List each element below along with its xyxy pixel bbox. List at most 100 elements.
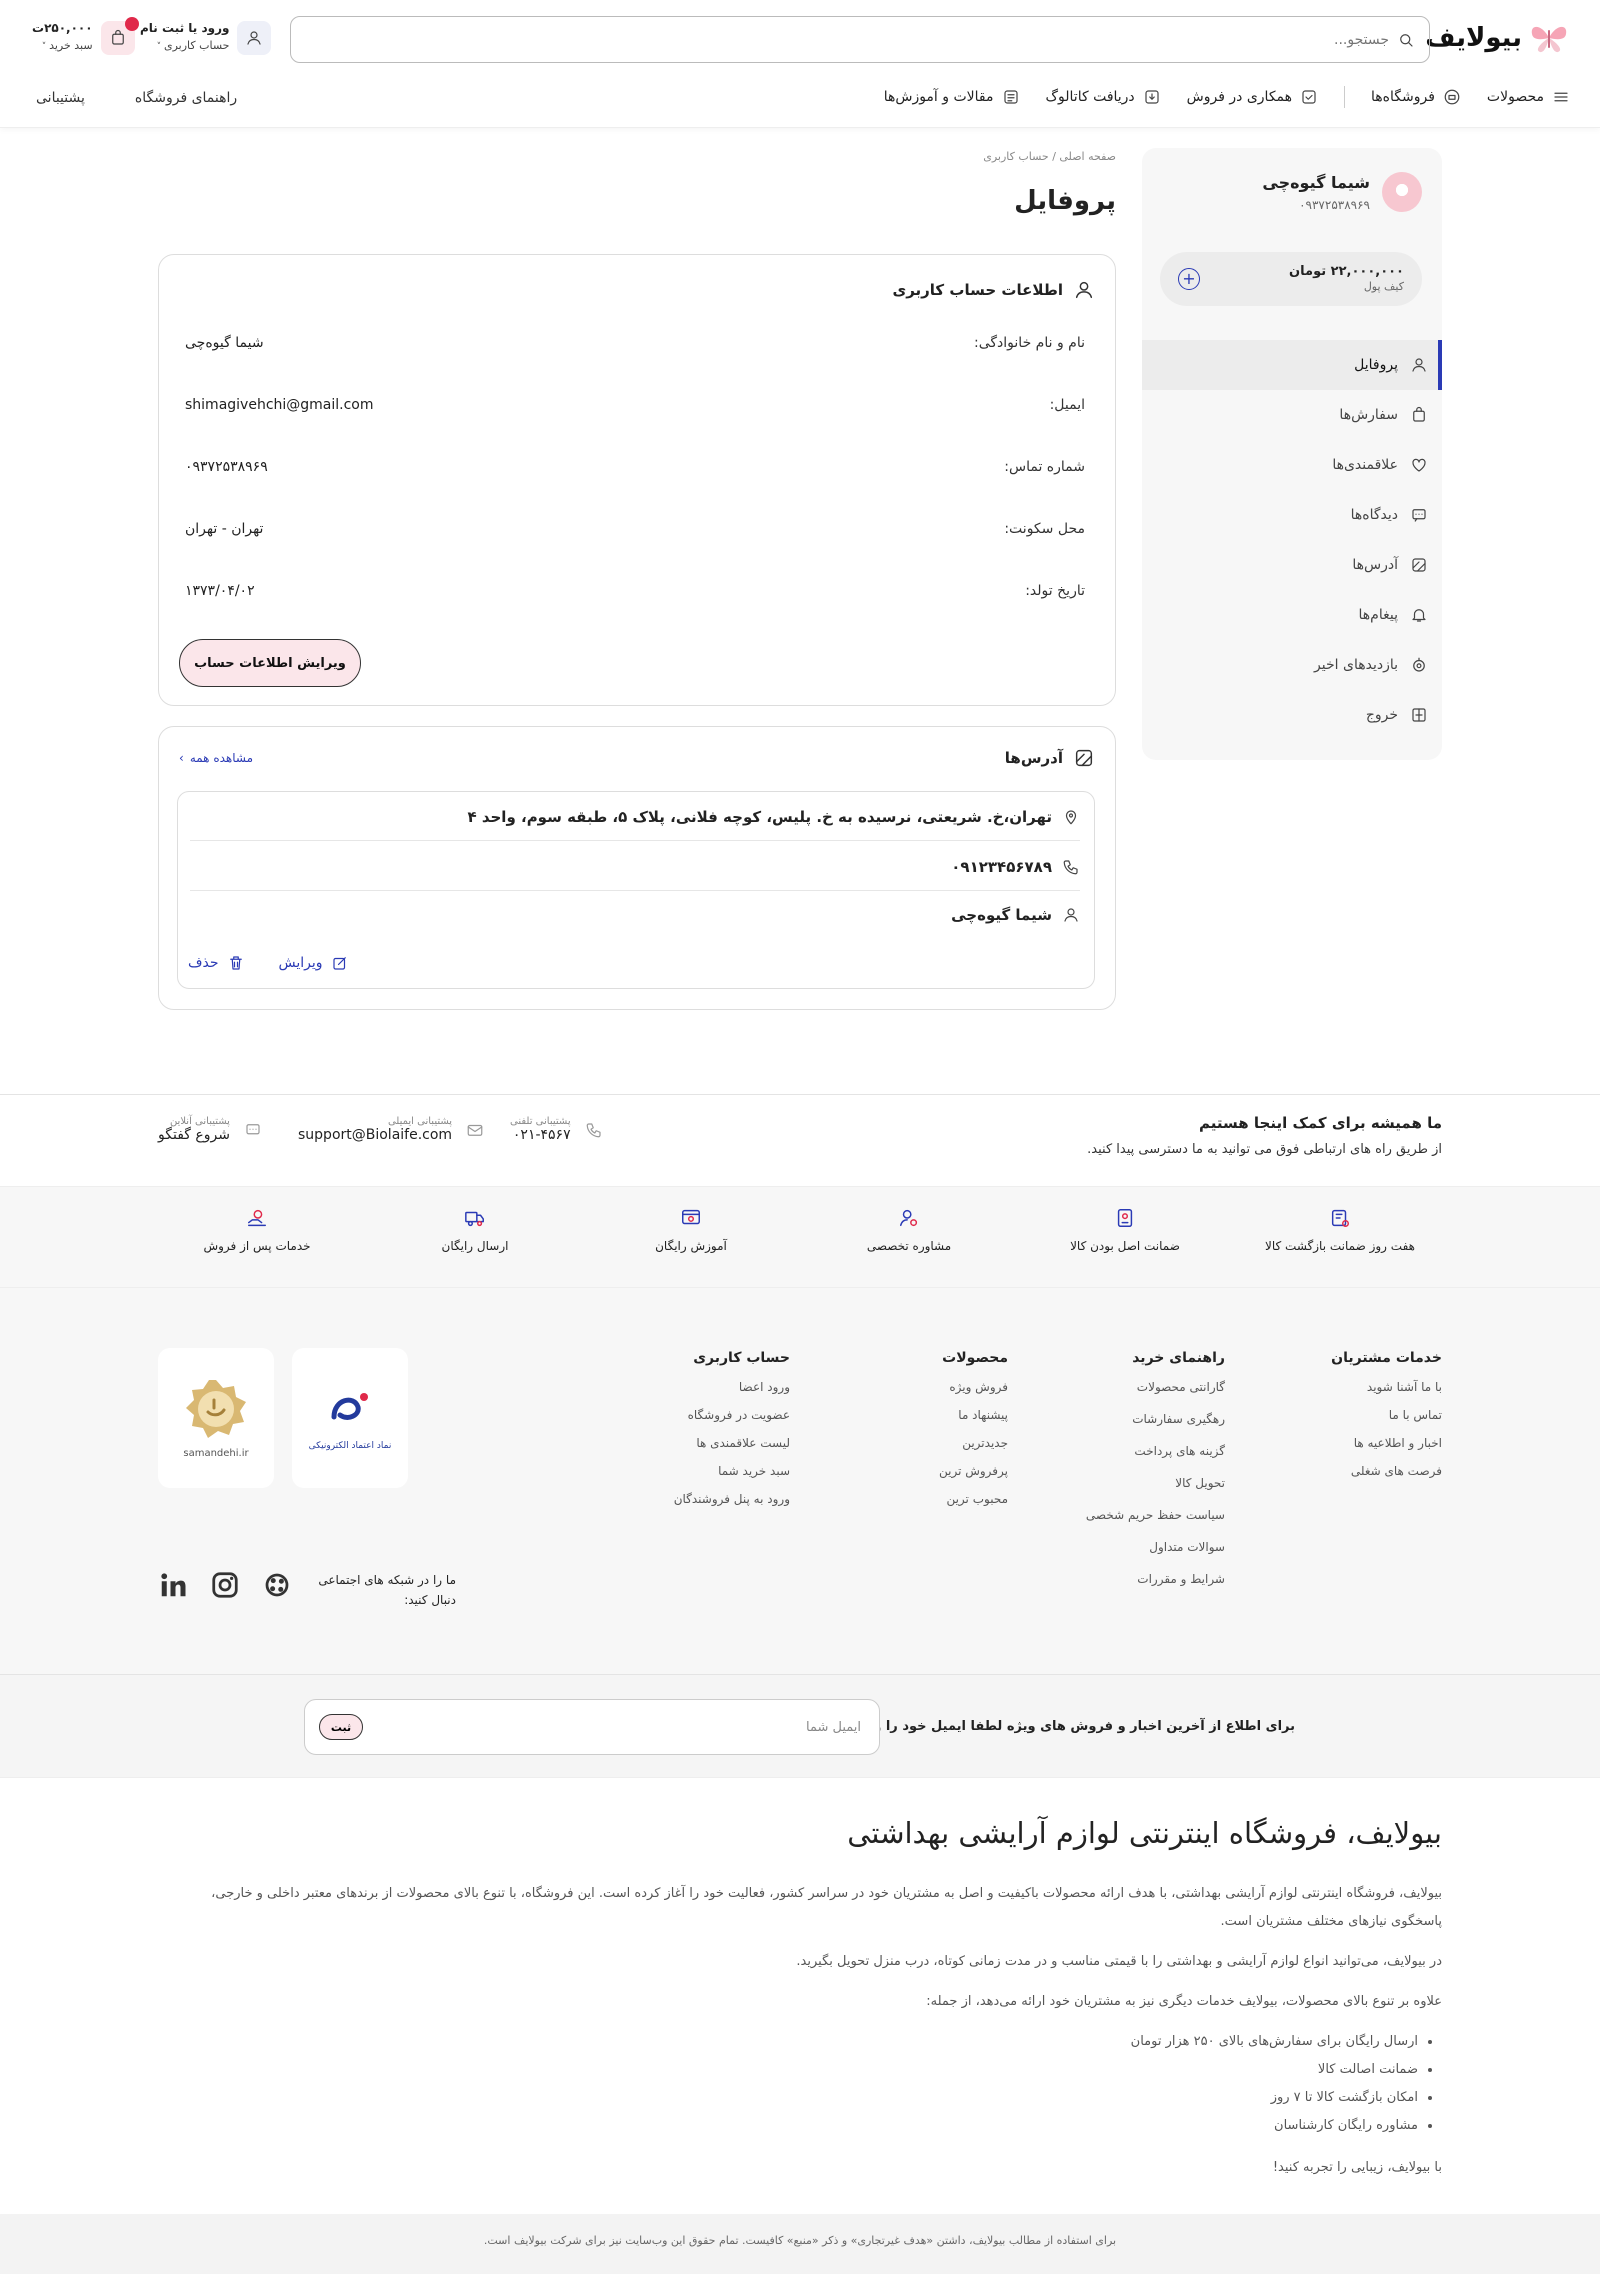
newsletter-submit-button[interactable]: ثبت: [319, 1714, 363, 1740]
nav-stores[interactable]: فروشگاه‌ها: [1371, 88, 1461, 106]
phone-icon: [1063, 860, 1078, 875]
footer-link[interactable]: گزینه های پرداخت: [1086, 1444, 1225, 1458]
footer-link[interactable]: فرصت های شغلی: [1331, 1464, 1442, 1478]
footer-link[interactable]: لیست علاقمندی ها: [674, 1436, 790, 1450]
account-info-card: اطلاعات حساب کاربری نام و نام خانوادگی: ش…: [158, 254, 1116, 706]
info-row-birthdate: تاریخ تولد: ۱۳۷۳/۰۴/۰۲: [185, 583, 1085, 599]
cart-button[interactable]: ۲۵۰,۰۰۰ت سبد خرید ˅: [32, 17, 139, 56]
contact-email[interactable]: پشتیبانی ایمیلی support@Biolaife.com: [298, 1116, 484, 1143]
footer-link[interactable]: سبد خرید شما: [674, 1464, 790, 1478]
store-icon: [1444, 89, 1460, 105]
search-input[interactable]: [305, 31, 1389, 48]
chevron-down-icon: ˅: [41, 42, 50, 52]
feature-shipping: ارسال رایگان: [400, 1207, 550, 1253]
bell-icon: [1412, 609, 1426, 622]
contact-phone[interactable]: پشتیبانی تلفنی ۰۲۱-۴۵۶۷: [510, 1116, 603, 1143]
add-wallet-icon[interactable]: +: [1178, 268, 1200, 290]
edit-icon: [332, 957, 346, 970]
footer-link[interactable]: جدیدترین: [939, 1436, 1008, 1450]
account-button[interactable]: ورود یا ثبت نام حساب کاربری ˅: [140, 20, 272, 56]
phone-icon: [586, 1122, 601, 1137]
search-bar[interactable]: [290, 16, 1430, 63]
sidebar-item-messages[interactable]: پیغام‌ها: [1142, 590, 1442, 640]
aparat-icon[interactable]: [262, 1570, 292, 1600]
footer-link[interactable]: اخبار و اطلاعیه ها: [1331, 1436, 1442, 1450]
cart-amount: ۲۵۰,۰۰۰ت: [32, 21, 93, 35]
addresses-card: آدرس‌ها مشاهده همه › تهران،خ. شریعتی، نر…: [158, 726, 1116, 1010]
samandehi-badge[interactable]: samandehi.ir: [158, 1348, 274, 1488]
about-list-item: مشاوره رایگان کارشناسان: [158, 2112, 1418, 2140]
footer-col-products: محصولات فروش ویژه پیشنهاد ما جدیدترین پر…: [939, 1350, 1008, 1520]
shopping-bag-icon: [1413, 406, 1425, 422]
footer-col-title: حساب کاربری: [693, 1350, 790, 1366]
footer-link[interactable]: ورود به پنل فروشندگان: [674, 1492, 790, 1506]
footer-link[interactable]: با ما آشنا شوید: [1331, 1380, 1442, 1394]
contact-phone-label: پشتیبانی تلفنی: [510, 1116, 571, 1127]
footer-link[interactable]: سوالات متداول: [1086, 1540, 1225, 1554]
nav-support[interactable]: پشتیبانی: [36, 90, 85, 106]
address-edit-button[interactable]: ویرایش: [279, 954, 349, 972]
contact-chat[interactable]: پشتیبانی آنلاین شروع گفتگو: [158, 1116, 262, 1143]
footer-link[interactable]: تحویل کالا: [1086, 1476, 1225, 1490]
chevron-left-icon: ›: [179, 751, 184, 765]
edit-account-button[interactable]: ویرایش اطلاعات حساب: [179, 639, 361, 687]
footer-link[interactable]: سیاست حفظ حریم شخصی: [1086, 1508, 1225, 1522]
footer-link[interactable]: ورود اعضا: [674, 1380, 790, 1394]
sidebar-item-orders[interactable]: سفارش‌ها: [1142, 390, 1442, 440]
sidebar-item-comments[interactable]: دیدگاه‌ها: [1142, 490, 1442, 540]
footer-link[interactable]: فروش ویژه: [939, 1380, 1008, 1394]
nav-catalog[interactable]: دریافت کاتالوگ: [1046, 88, 1161, 106]
profile-sidebar: شیما گیوه‌چی ۰۹۳۷۲۵۳۸۹۶۹ ۲۲,۰۰۰,۰۰۰ توما…: [1142, 148, 1442, 760]
nav-articles[interactable]: مقالات و آموزش‌ها: [884, 88, 1020, 106]
footer-link[interactable]: عضویت در فروشگاه: [674, 1408, 790, 1422]
logo[interactable]: بیولایف: [1425, 20, 1570, 56]
see-all-link[interactable]: مشاهده همه ›: [179, 751, 253, 765]
sidebar-item-profile[interactable]: پروفایل: [1142, 340, 1442, 390]
footer-link[interactable]: پیشنهاد ما: [939, 1408, 1008, 1422]
sidebar-item-favorites[interactable]: علاقمندی‌ها: [1142, 440, 1442, 490]
sidebar-item-logout[interactable]: خروج: [1142, 690, 1442, 740]
samandehi-seal-icon: [186, 1379, 246, 1438]
chat-icon: [246, 1123, 260, 1134]
footer-link[interactable]: تماس با ما: [1331, 1408, 1442, 1422]
wallet-box: ۲۲,۰۰۰,۰۰۰ تومان کیف پول +: [1160, 252, 1422, 306]
about-list-item: ارسال رایگان برای سفارش‌های بالای ۲۵۰ هز…: [158, 2028, 1418, 2056]
nav-store-guide[interactable]: راهنمای فروشگاه: [135, 90, 237, 106]
address-phone-line: ۰۹۱۲۳۴۵۶۷۸۹: [190, 858, 1080, 891]
footer-link[interactable]: رهگیری سفارشات: [1086, 1412, 1225, 1426]
linkedin-icon[interactable]: [158, 1570, 188, 1600]
info-row-name: نام و نام خانوادگی: شیما گیوه‌چی: [185, 335, 1085, 351]
about-list-item: امکان بازگشت کالا تا ۷ روز: [158, 2084, 1418, 2112]
breadcrumb[interactable]: صفحه اصلی / حساب کاربری: [983, 150, 1116, 163]
nav-products[interactable]: محصولات: [1487, 88, 1570, 106]
footer-link[interactable]: شرایط و مقررات: [1086, 1572, 1225, 1586]
sidebar-user-phone: ۰۹۳۷۲۵۳۸۹۶۹: [1299, 197, 1370, 212]
see-all-label: مشاهده همه: [189, 751, 254, 765]
consultant-icon: [900, 1209, 918, 1227]
footer-link[interactable]: گارانتی محصولات: [1086, 1380, 1225, 1394]
training-icon: [682, 1209, 700, 1225]
footer-link[interactable]: محبوب ترین: [939, 1492, 1008, 1506]
social-text: ما را در شبکه های اجتماعی دنبال کنید:: [318, 1573, 456, 1607]
nav-products-label: محصولات: [1486, 89, 1544, 105]
about-paragraph: بیولایف، فروشگاه اینترنتی لوازم آرایشی ب…: [211, 1886, 1442, 1929]
sidebar-user: شیما گیوه‌چی ۰۹۳۷۲۵۳۸۹۶۹: [1262, 172, 1422, 212]
instagram-icon[interactable]: [210, 1570, 240, 1600]
newsletter-input[interactable]: ایمیل شما ثبت: [304, 1699, 880, 1755]
newsletter-label: برای اطلاع از آخرین اخبار و فروش های ویژ…: [814, 1719, 1295, 1734]
sidebar-item-addresses[interactable]: آدرس‌ها: [1142, 540, 1442, 590]
section-divider: [0, 1094, 1600, 1095]
footer-link[interactable]: پرفروش ترین: [939, 1464, 1008, 1478]
enamad-badge[interactable]: نماد اعتماد الکترونیکی: [292, 1348, 408, 1488]
mail-icon: [467, 1124, 483, 1136]
contact-title: ما همیشه برای کمک اینجا هستیم: [1199, 1114, 1442, 1132]
features-bar: هفت روز ضمانت بازگشت کالا ضمانت اصل بودن…: [0, 1186, 1600, 1288]
address-phone: ۰۹۱۲۳۴۵۶۷۸۹: [951, 858, 1052, 876]
delete-label: حذف: [188, 955, 219, 971]
nav-stores-label: فروشگاه‌ها: [1371, 89, 1435, 105]
wallet-amount: ۲۲,۰۰۰,۰۰۰ تومان: [1289, 264, 1404, 279]
nav-affiliate[interactable]: همکاری در فروش: [1187, 88, 1318, 106]
info-value: تهران - تهران: [185, 521, 264, 537]
sidebar-item-recent[interactable]: بازدیدهای اخیر: [1142, 640, 1442, 690]
address-delete-button[interactable]: حذف: [188, 954, 245, 972]
